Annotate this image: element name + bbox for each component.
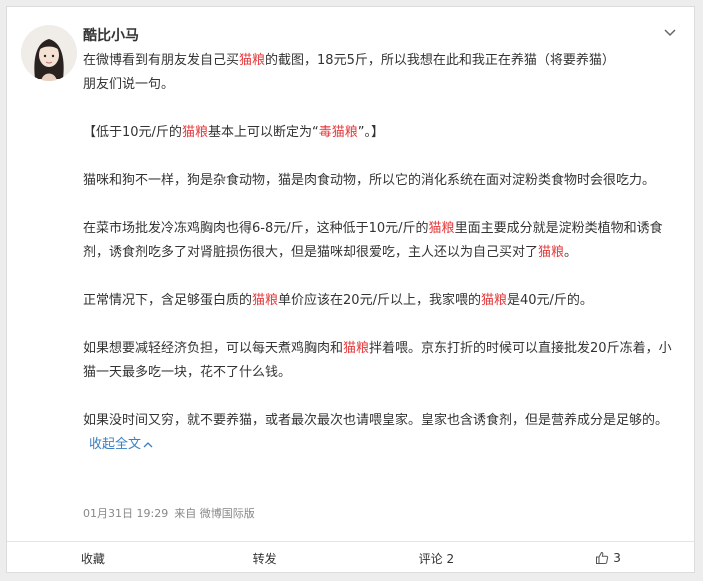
username[interactable]: 酷比小马 [83,25,139,45]
paragraph-advice: 如果没时间又穷，就不要养猫，或者最次最次也请喂皇家。皇家也含诱食剂，但是营养成分… [83,413,669,452]
keyword-link[interactable]: 猫粮 [481,293,507,308]
avatar[interactable] [21,25,77,81]
collapse-text-link[interactable]: 收起全文 [89,437,153,452]
paragraph-digestion: 猫咪和狗不一样，狗是杂食动物，猫是肉食动物，所以它的消化系统在面对淀粉类食物时会… [83,173,656,188]
paragraph-intro: 在微博看到有朋友发自己买猫粮的截图，18元5斤，所以我想在此和我正在养猫（将要养… [83,53,615,92]
thumbs-up-icon [596,551,609,564]
paragraph-ingredients: 在菜市场批发冷冻鸡胸肉也得6-8元/斤，这种低于10元/斤的猫粮里面主要成分就是… [83,221,663,260]
chevron-down-icon[interactable] [662,24,678,40]
keyword-link[interactable]: 猫粮 [343,341,369,356]
action-bar: 收藏 转发 评论 2 3 [7,541,694,574]
repost-button[interactable]: 转发 [179,542,351,574]
paragraph-tips: 如果想要减轻经济负担，可以每天煮鸡胸肉和猫粮拌着喂。京东打折的时候可以直接批发2… [83,341,672,380]
post-time[interactable]: 01月31日 19:29 [83,507,168,520]
like-button[interactable]: 3 [522,542,694,574]
weibo-post-card: 酷比小马 在微博看到有朋友发自己买猫粮的截图，18元5斤，所以我想在此和我正在养… [6,6,695,573]
chevron-up-icon [143,441,153,447]
favorite-button[interactable]: 收藏 [7,542,179,574]
paragraph-claim: 【低于10元/斤的猫粮基本上可以断定为“毒猫粮”。】 [83,125,384,140]
keyword-link[interactable]: 猫粮 [538,245,564,260]
post-content: 在微博看到有朋友发自己买猫粮的截图，18元5斤，所以我想在此和我正在养猫（将要养… [83,49,683,457]
like-count: 3 [613,551,621,565]
keyword-link[interactable]: 猫粮 [239,53,265,68]
keyword-link[interactable]: 猫粮 [182,125,208,140]
keyword-link[interactable]: 猫粮 [252,293,278,308]
comment-button[interactable]: 评论 2 [351,542,523,574]
paragraph-price: 正常情况下，含足够蛋白质的猫粮单价应该在20元/斤以上，我家喂的猫粮是40元/斤… [83,293,593,308]
keyword-link[interactable]: 毒猫粮 [319,125,358,140]
post-meta: 01月31日 19:29 来自 微博国际版 [83,505,255,521]
post-source[interactable]: 来自 微博国际版 [174,507,255,520]
keyword-link[interactable]: 猫粮 [429,221,455,236]
